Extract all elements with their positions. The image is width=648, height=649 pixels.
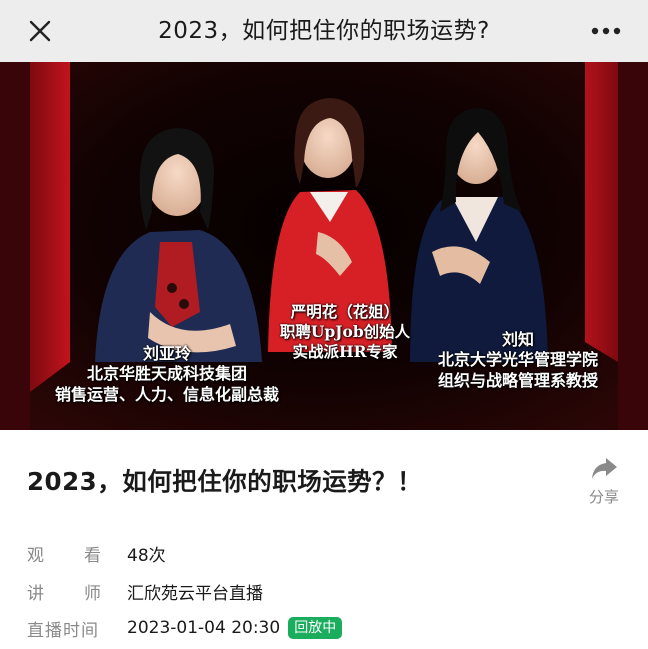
lecturer-value[interactable]: 汇欣苑云平台直播: [127, 579, 263, 604]
share-arrow-icon: [592, 458, 617, 479]
left-speaker-name: 刘亚玲: [142, 344, 191, 363]
right-speaker-name: 刘知: [501, 330, 534, 349]
view-count-value: 48次: [127, 545, 166, 566]
right-speaker-caption: 刘知 北京大学光华管理学院 组织与战略管理系教授: [398, 330, 638, 391]
live-time-value: 2023-01-04 20:30: [127, 618, 281, 638]
lecturer-label: 讲 师: [27, 579, 127, 604]
live-time-label: 直播时间: [27, 620, 99, 641]
title-bar: 2023，如何把住你的职场运势?: [0, 0, 648, 62]
left-speaker-line2: 北京华胜天成科技集团: [86, 364, 247, 384]
lecturer-label-char1: 讲: [27, 583, 44, 604]
video-info: 2023，如何把住你的职场运势？！ 分享 观 看 48次 讲 师 汇欣苑云平台直…: [0, 430, 648, 649]
view-count-row: 观 看 48次: [27, 541, 166, 566]
video-poster[interactable]: 严明花（花姐） 职聘UpJob创始人 实战派HR专家 刘亚玲 北京华胜天成科技集…: [0, 62, 648, 430]
share-label: 分享: [588, 488, 619, 506]
live-time-row: 直播时间 2023-01-04 20:30 回放中: [27, 616, 343, 641]
video-title: 2023，如何把住你的职场运势？！: [27, 467, 423, 496]
lecturer-label-char2: 师: [84, 583, 101, 604]
right-speaker-line3: 组织与战略管理系教授: [437, 370, 598, 390]
page-title: 2023，如何把住你的职场运势?: [158, 18, 490, 44]
share-button[interactable]: 分享: [578, 456, 630, 508]
more-button[interactable]: [586, 16, 626, 46]
more-horizontal-icon: [591, 27, 621, 35]
left-speaker-caption: 刘亚玲 北京华胜天成科技集团 销售运营、人力、信息化副总裁: [22, 344, 312, 405]
lecturer-row: 讲 师 汇欣苑云平台直播: [27, 579, 263, 604]
center-speaker-name: 严明花（花姐）: [290, 302, 400, 321]
replay-status-badge: 回放中: [288, 617, 343, 639]
view-label-char1: 观: [27, 545, 44, 566]
right-speaker-line2: 北京大学光华管理学院: [437, 350, 598, 370]
left-speaker-line3: 销售运营、人力、信息化副总裁: [54, 384, 279, 404]
view-label-char2: 看: [84, 545, 101, 566]
view-count-label: 观 看: [27, 541, 127, 566]
